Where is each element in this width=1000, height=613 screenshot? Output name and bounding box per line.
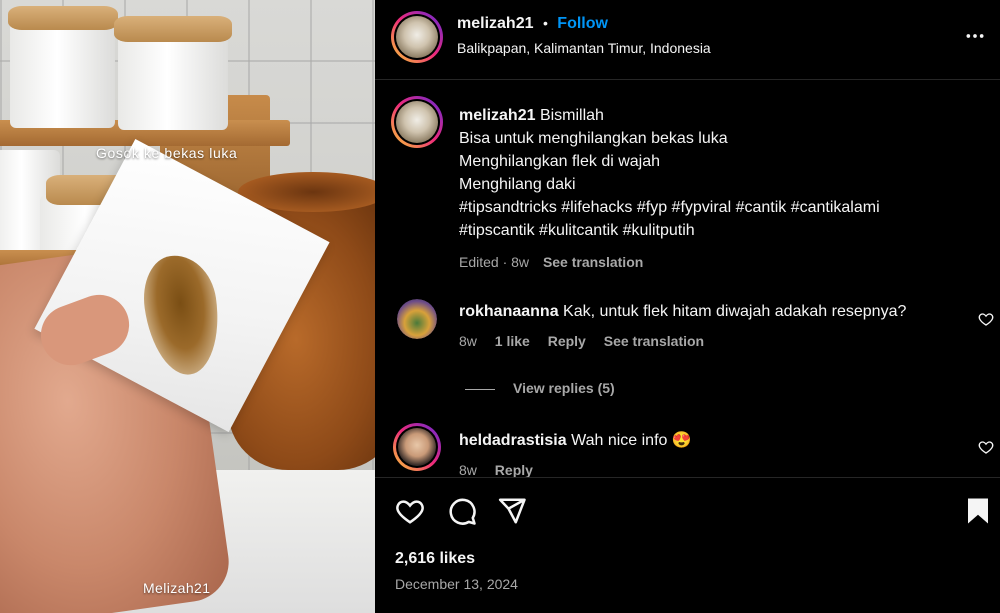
caption-line: Menghilang daki — [459, 176, 576, 193]
replies-dash — [465, 388, 495, 390]
jar-lid — [114, 16, 232, 42]
comment-meta: 8w 1 like Reply See translation — [459, 333, 979, 349]
caption-author-avatar[interactable] — [391, 96, 443, 148]
comment-item: heldadrastisia Wah nice info 😍 8w Reply — [459, 430, 979, 478]
video-caption-overlay: Gosok ke bekas luka — [96, 145, 238, 161]
reply-button[interactable]: Reply — [495, 462, 533, 478]
caption-hashtags[interactable]: #tipscantik #kulitcantik #kulitputih — [459, 219, 979, 242]
more-horizontal-icon[interactable] — [965, 26, 985, 46]
author-line: melizah21 • Follow — [457, 15, 608, 33]
commenter-avatar-image — [398, 428, 436, 466]
caption-author-avatar-image — [396, 101, 438, 143]
post-location[interactable]: Balikpapan, Kalimantan Timur, Indonesia — [457, 40, 711, 56]
post-date: December 13, 2024 — [395, 576, 518, 592]
author-avatar[interactable] — [391, 11, 443, 63]
separator-dot: • — [542, 15, 548, 31]
video-watermark: Melizah21 — [143, 580, 211, 596]
author-username[interactable]: melizah21 — [457, 15, 533, 32]
like-heart-icon[interactable] — [395, 496, 425, 526]
comment-heart-icon[interactable] — [978, 311, 994, 327]
caption-hashtags[interactable]: #tipsandtricks #lifehacks #fyp #fypviral… — [459, 196, 979, 219]
comment-heart-icon[interactable] — [978, 439, 994, 455]
caption-line: Bisa untuk menghilangkan bekas luka — [459, 130, 728, 147]
comment-text: Kak, untuk flek hitam diwajah adakah res… — [563, 303, 907, 320]
post-details-panel: melizah21 • Follow Balikpapan, Kalimanta… — [375, 0, 1000, 613]
view-replies-button[interactable]: View replies (5) — [465, 380, 615, 396]
comment-time: 8w — [459, 333, 477, 349]
white-jar — [118, 30, 228, 130]
jar-lid — [8, 6, 118, 30]
comment-username[interactable]: rokhanaanna — [459, 303, 559, 320]
likes-count[interactable]: 2,616 likes — [395, 550, 475, 568]
author-avatar-image — [396, 16, 438, 58]
comment-username[interactable]: heldadrastisia — [459, 432, 567, 449]
caption-username[interactable]: melizah21 — [459, 107, 535, 124]
post-caption: melizah21 Bismillah Bisa untuk menghilan… — [459, 104, 979, 270]
see-translation-link[interactable]: See translation — [604, 333, 704, 349]
caption-line: Bismillah — [539, 107, 604, 124]
share-icon[interactable] — [497, 496, 527, 526]
view-replies-label: View replies (5) — [513, 380, 615, 396]
see-translation-link[interactable]: See translation — [543, 254, 643, 270]
comment-item: rokhanaanna Kak, untuk flek hitam diwaja… — [459, 301, 979, 349]
caption-line: Menghilangkan flek di wajah — [459, 153, 661, 170]
comment-likes[interactable]: 1 like — [495, 333, 530, 349]
comment-meta: 8w Reply — [459, 462, 979, 478]
edited-time: Edited · 8w — [459, 254, 530, 270]
post-header: melizah21 • Follow Balikpapan, Kalimanta… — [375, 0, 1000, 80]
caption-meta: Edited · 8w See translation — [459, 254, 979, 270]
reply-button[interactable]: Reply — [548, 333, 586, 349]
white-jar — [10, 18, 115, 128]
post-media[interactable]: Gosok ke bekas luka Melizah21 — [0, 0, 375, 613]
post-actions-bar: 2,616 likes December 13, 2024 — [375, 477, 1000, 613]
comment-time: 8w — [459, 462, 477, 478]
commenter-avatar[interactable] — [393, 423, 441, 471]
follow-button[interactable]: Follow — [557, 15, 608, 32]
comment-text: Wah nice info 😍 — [571, 432, 692, 449]
commenter-avatar[interactable] — [397, 299, 437, 339]
bookmark-icon[interactable] — [963, 496, 993, 526]
comment-icon[interactable] — [447, 496, 477, 526]
commenter-avatar-image — [397, 299, 437, 339]
